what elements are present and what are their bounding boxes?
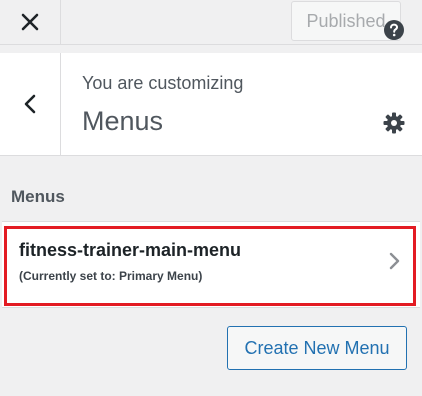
create-new-menu-button[interactable]: Create New Menu: [227, 326, 407, 370]
menus-section-heading: Menus: [11, 187, 65, 206]
close-icon: [21, 13, 39, 31]
gear-icon[interactable]: [383, 112, 405, 134]
chevron-right-icon: [389, 252, 400, 270]
help-icon[interactable]: [384, 20, 404, 40]
customizing-label: You are customizing: [82, 73, 244, 93]
back-button[interactable]: [0, 53, 61, 155]
customizer-topbar: Published: [0, 0, 422, 45]
page-title: Menus: [82, 106, 164, 136]
menu-name: fitness-trainer-main-menu: [19, 240, 242, 260]
close-button[interactable]: [0, 0, 61, 44]
menu-list-item[interactable]: fitness-trainer-main-menu (Currently set…: [2, 221, 420, 308]
section-header: You are customizing Menus: [0, 53, 422, 156]
chevron-left-icon: [24, 94, 36, 114]
menu-location-note: (Currently set to: Primary Menu): [19, 269, 203, 283]
